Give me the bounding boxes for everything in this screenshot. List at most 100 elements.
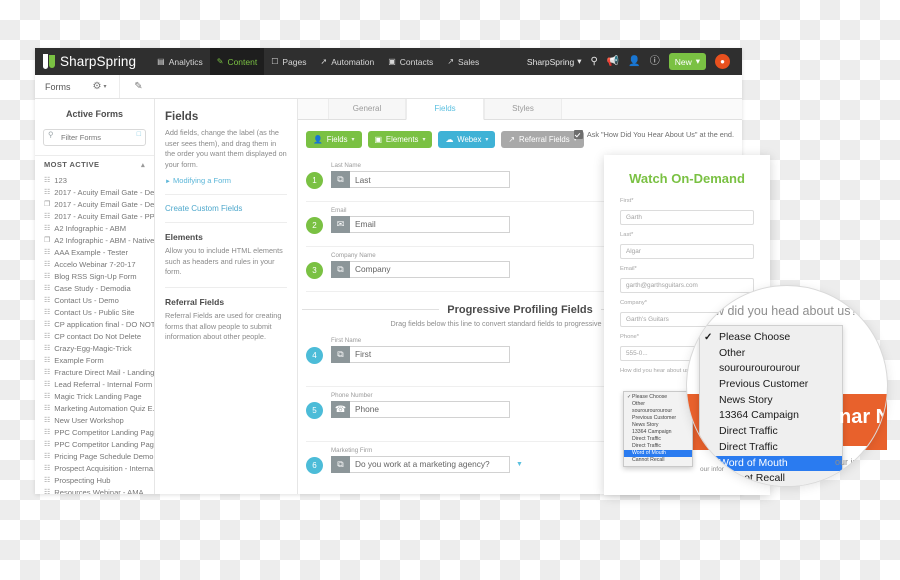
add-elements-button[interactable]: ▣ Elements ▾ (367, 131, 433, 148)
ask-how-did-you-hear-row[interactable]: Ask "How Did You Hear About Us" at the e… (573, 130, 734, 139)
dropdown-option[interactable]: Direct Traffic (624, 436, 692, 443)
nav-item-analytics[interactable]: ▤ Analytics (150, 48, 210, 75)
tab-general[interactable]: General (328, 99, 406, 119)
tab-styles[interactable]: Styles (484, 99, 562, 119)
field-label-input[interactable] (350, 345, 510, 363)
account-switcher[interactable]: SharpSpring ▾ (527, 56, 582, 67)
add-fields-button[interactable]: 👤 Fields ▾ (306, 131, 362, 148)
sidebar-form-item[interactable]: ☷ AAA Example - Tester (35, 246, 154, 258)
field-label-input[interactable] (350, 400, 510, 418)
preview-field-input[interactable] (620, 278, 754, 293)
sidebar-form-label: PPC Competitor Landing Pag... (54, 439, 154, 449)
tab-fields[interactable]: Fields (406, 99, 484, 120)
dropdown-option[interactable]: Word of Mouth (624, 450, 692, 457)
sidebar-form-item[interactable]: ☷ Case Study - Demodia (35, 282, 154, 294)
how-did-you-hear-dropdown-small[interactable]: Please ChooseOthersourourourourourPrevio… (623, 391, 693, 467)
clear-filter-icon[interactable]: □ (137, 131, 141, 138)
sidebar-form-item[interactable]: ☷ Prospecting Hub (35, 474, 154, 486)
sidebar-form-item[interactable]: ☷ Marketing Automation Quiz E... (35, 402, 154, 414)
form-icon: ☷ (44, 333, 51, 340)
sidebar-form-item[interactable]: ☷ Blog RSS Sign-Up Form (35, 270, 154, 282)
new-button[interactable]: New ▾ (668, 53, 706, 70)
avatar[interactable]: ● (715, 54, 730, 69)
sidebar-form-item[interactable]: ☷ Prospect Acquisition - Interna... (35, 462, 154, 474)
dropdown-option[interactable]: Direct Traffic (700, 440, 842, 456)
nav-item-content[interactable]: ✎ Content (209, 48, 265, 75)
sidebar-form-item[interactable]: ☷ Crazy-Egg-Magic-Trick (35, 342, 154, 354)
edit-button[interactable]: ✎ (118, 75, 158, 98)
dropdown-option[interactable]: Cannot Recall (624, 457, 692, 464)
window-icon: ☐ (271, 56, 279, 66)
dropdown-option[interactable]: Direct Traffic (624, 443, 692, 450)
sidebar-form-item[interactable]: ☷ PPC Competitor Landing Pag... (35, 426, 154, 438)
dropdown-option[interactable]: Please Choose (624, 394, 692, 401)
sidebar-form-item[interactable]: ☷ 2017 - Acuity Email Gate - De... (35, 186, 154, 198)
dropdown-option[interactable]: Previous Customer (624, 415, 692, 422)
sidebar-form-item[interactable]: ☷ Fracture Direct Mail - Landing... (35, 366, 154, 378)
search-icon[interactable]: ⚲ (590, 56, 597, 67)
sidebar-form-item[interactable]: ☷ Example Form (35, 354, 154, 366)
field-editor: First Name ⧉ (331, 337, 646, 363)
nav-item-contacts[interactable]: ▣ Contacts (381, 48, 440, 75)
sidebar-form-item[interactable]: ☷ CP contact Do Not Delete (35, 330, 154, 342)
nav-item-pages[interactable]: ☐ Pages (264, 48, 313, 75)
dropdown-option[interactable]: 13364 Campaign (700, 408, 842, 424)
envelope-icon: ✉ (331, 215, 350, 233)
sidebar-form-item[interactable]: ☷ Accelo Webinar 7-20-17 (35, 258, 154, 270)
dropdown-option[interactable]: sourourourourour (700, 361, 842, 377)
create-custom-fields-link[interactable]: Create Custom Fields (165, 204, 287, 213)
field-label-input[interactable] (350, 215, 510, 233)
chevron-down-icon[interactable]: ▼ (516, 461, 523, 468)
help-elements-text: Allow you to include HTML elements such … (165, 246, 283, 277)
dropdown-option[interactable]: Word of Mouth (700, 455, 842, 472)
sidebar-form-item[interactable]: ☷ Resources Webinar - AMA (35, 486, 154, 495)
user-icon[interactable]: 👤 (628, 56, 640, 67)
filter-forms-input[interactable] (43, 129, 146, 146)
nav-item-automation[interactable]: ➚ Automation (314, 48, 382, 75)
dropdown-option[interactable]: News Story (700, 393, 842, 409)
field-name-label: Email (331, 206, 347, 214)
sidebar-form-item[interactable]: ☷ Lead Referral - Internal Form (35, 378, 154, 390)
most-active-header[interactable]: MOST ACTIVE ▴ (35, 155, 154, 174)
webex-button[interactable]: ☁ Webex ▾ (438, 131, 496, 148)
sidebar-form-label: Crazy-Egg-Magic-Trick (54, 343, 132, 353)
dropdown-option[interactable]: Direct Traffic (700, 424, 842, 440)
sidebar-form-item[interactable]: ☷ Contact Us - Demo (35, 294, 154, 306)
dropdown-option[interactable]: Cannot Recall (700, 471, 842, 486)
sidebar-form-item[interactable]: ☷ Magic Trick Landing Page (35, 390, 154, 402)
referral-fields-button[interactable]: ↗ Referral Fields ▾ (501, 131, 584, 148)
forms-list[interactable]: ☷ 123 ☷ 2017 - Acuity Email Gate - De... ❐ 20… (35, 174, 154, 495)
field-label-input[interactable] (350, 260, 510, 278)
modifying-a-form-link[interactable]: ► Modifying a Form (165, 176, 287, 185)
dropdown-option[interactable]: Previous Customer (700, 377, 842, 393)
ask-checkbox[interactable] (573, 130, 583, 139)
nav-label: Contacts (399, 56, 434, 67)
sharpspring-logo[interactable]: SharpSpring (43, 54, 136, 69)
sidebar-form-item[interactable]: ❐ A2 Infographic - ABM - Native (35, 234, 154, 246)
sidebar-form-item[interactable]: ☷ PPC Competitor Landing Pag... (35, 438, 154, 450)
dropdown-option[interactable]: 13364 Campaign (624, 429, 692, 436)
sidebar-form-item[interactable]: ☷ Pricing Page Schedule Demo (35, 450, 154, 462)
help-circle-icon[interactable]: ⓘ (650, 56, 660, 67)
megaphone-icon[interactable]: 📢 (607, 56, 619, 67)
how-did-you-hear-dropdown[interactable]: Please ChooseOthersourourourourourPrevio… (699, 325, 843, 486)
sidebar-form-item[interactable]: ☷ Contact Us - Public Site (35, 306, 154, 318)
sidebar-form-item[interactable]: ☷ 123 (35, 174, 154, 186)
dropdown-option[interactable]: News Story (624, 422, 692, 429)
sidebar-form-item[interactable]: ☷ New User Workshop (35, 414, 154, 426)
sidebar-form-item[interactable]: ❐ 2017 - Acuity Email Gate - De... (35, 198, 154, 210)
preview-field-input[interactable] (620, 210, 754, 225)
dropdown-option[interactable]: sourourourourour (624, 408, 692, 415)
dropdown-option[interactable]: Please Choose (700, 330, 842, 346)
dropdown-option[interactable]: Other (624, 401, 692, 408)
sidebar-form-item[interactable]: ☷ CP application final - DO NOT... (35, 318, 154, 330)
dropdown-option[interactable]: Other (700, 346, 842, 362)
field-label-input[interactable] (350, 171, 510, 188)
sidebar-form-item[interactable]: ☷ A2 Infographic - ABM (35, 222, 154, 234)
sidebar-form-item[interactable]: ☷ 2017 - Acuity Email Gate - PP... (35, 210, 154, 222)
field-label-input[interactable] (350, 455, 510, 473)
preview-field-input[interactable] (620, 244, 754, 259)
sidebar-form-label: Contact Us - Demo (54, 295, 119, 305)
nav-item-sales[interactable]: ↗ Sales (440, 48, 486, 75)
settings-gear-button[interactable]: ⚙ ▾ (81, 75, 119, 98)
